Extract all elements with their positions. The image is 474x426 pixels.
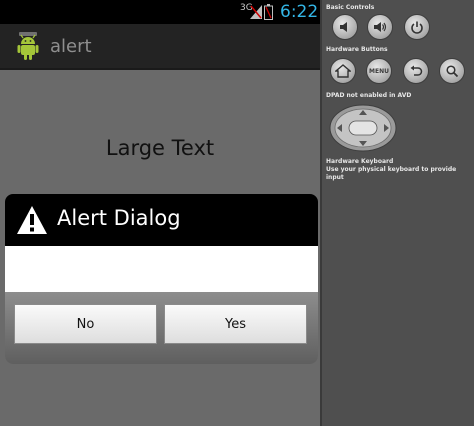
warning-icon [17, 206, 47, 234]
volume-down-icon [340, 22, 347, 32]
volume-down-button[interactable] [332, 14, 358, 40]
menu-button[interactable]: MENU [366, 58, 392, 84]
dpad-control[interactable] [328, 104, 398, 152]
status-clock: 6:22 [280, 2, 319, 22]
hardware-keyboard-label: Hardware Keyboard [326, 158, 394, 165]
back-icon [410, 65, 423, 76]
basic-controls-label: Basic Controls [326, 4, 375, 11]
battery-icon [264, 4, 273, 20]
back-button[interactable] [403, 58, 429, 84]
volume-up-button[interactable] [367, 14, 393, 40]
emulator-screen: 3G 6:22 alert Large Text Alert Dialog No… [0, 0, 320, 426]
dialog-header: Alert Dialog [5, 194, 318, 246]
power-button[interactable] [404, 14, 430, 40]
alert-dialog: Alert Dialog No Yes [5, 194, 318, 364]
volume-up-icon [374, 22, 387, 32]
home-icon [335, 64, 351, 78]
power-icon [411, 21, 423, 34]
emulator-controls-panel: Basic Controls Hardware Buttons MENU DPA… [320, 0, 474, 426]
home-button[interactable] [330, 58, 356, 84]
dialog-title: Alert Dialog [57, 206, 181, 230]
hardware-keyboard-hint: Use your physical keyboard to provide in… [326, 166, 457, 181]
hardware-buttons-label: Hardware Buttons [326, 46, 388, 53]
signal-icon [250, 5, 262, 19]
dpad-label: DPAD not enabled in AVD [326, 92, 412, 99]
large-text-label: Large Text [105, 136, 215, 160]
action-bar: alert [0, 24, 320, 70]
dpad-center-button[interactable] [348, 120, 378, 136]
yes-button[interactable]: Yes [164, 304, 307, 344]
no-button[interactable]: No [14, 304, 157, 344]
dialog-button-bar: No Yes [5, 292, 318, 364]
android-icon[interactable] [16, 32, 40, 60]
app-title: alert [50, 36, 92, 57]
menu-button-label: MENU [369, 67, 389, 75]
status-bar: 3G 6:22 [0, 0, 320, 24]
search-button[interactable] [439, 58, 465, 84]
search-icon [446, 65, 459, 78]
dialog-message [5, 246, 318, 292]
